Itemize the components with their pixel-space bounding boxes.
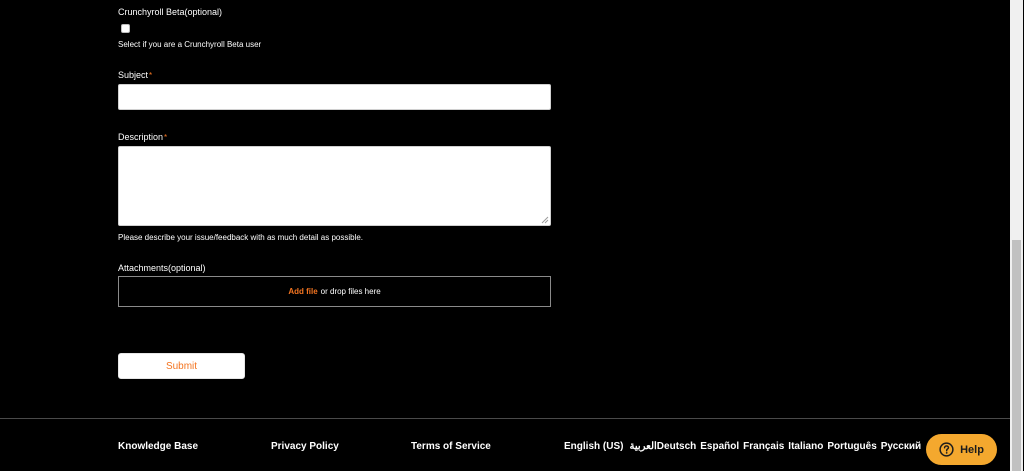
footer-link-terms-of-service[interactable]: Terms of Service — [411, 441, 491, 452]
language-french[interactable]: Français — [743, 441, 784, 452]
beta-checkbox[interactable] — [121, 24, 130, 33]
resize-handle-icon[interactable] — [541, 216, 549, 224]
language-english[interactable]: English (US) — [564, 441, 623, 452]
description-label: Description* — [118, 131, 167, 144]
subject-required-mark: * — [149, 71, 153, 80]
language-german[interactable]: Deutsch — [657, 441, 696, 452]
description-textarea[interactable] — [118, 146, 551, 226]
language-spanish[interactable]: Español — [700, 441, 739, 452]
description-label-text: Description — [118, 132, 164, 142]
language-russian[interactable]: Русский — [881, 441, 921, 452]
drop-files-text: or drop files here — [320, 287, 381, 296]
footer-divider — [0, 418, 1010, 419]
help-label: Help — [960, 443, 984, 456]
description-wrapper — [118, 146, 551, 226]
language-arabic[interactable]: العربية — [629, 441, 656, 452]
description-helper-text: Please describe your issue/feedback with… — [118, 233, 364, 242]
attachments-dropzone[interactable]: Add file or drop files here — [118, 276, 551, 307]
submit-button[interactable]: Submit — [118, 353, 245, 379]
support-form-page: Crunchyroll Beta(optional) Select if you… — [0, 0, 1024, 471]
footer-link-knowledge-base[interactable]: Knowledge Base — [118, 441, 198, 452]
question-circle-icon — [939, 442, 954, 457]
attachments-label: Attachments(optional) — [118, 263, 206, 273]
language-italian[interactable]: Italiano — [788, 441, 823, 452]
subject-input[interactable] — [118, 84, 551, 110]
beta-helper-text: Select if you are a Crunchyroll Beta use… — [118, 40, 262, 49]
description-required-mark: * — [164, 133, 168, 142]
language-portuguese[interactable]: Português — [827, 441, 876, 452]
help-button[interactable]: Help — [926, 434, 997, 465]
subject-label: Subject* — [118, 69, 152, 82]
scrollbar-thumb[interactable] — [1012, 240, 1021, 471]
beta-label: Crunchyroll Beta(optional) — [118, 7, 223, 17]
subject-label-text: Subject — [118, 70, 149, 80]
language-list: English (US) العربية Deutsch Español Fra… — [564, 441, 921, 452]
add-file-link[interactable]: Add file — [288, 287, 317, 296]
footer-link-privacy-policy[interactable]: Privacy Policy — [271, 441, 339, 452]
